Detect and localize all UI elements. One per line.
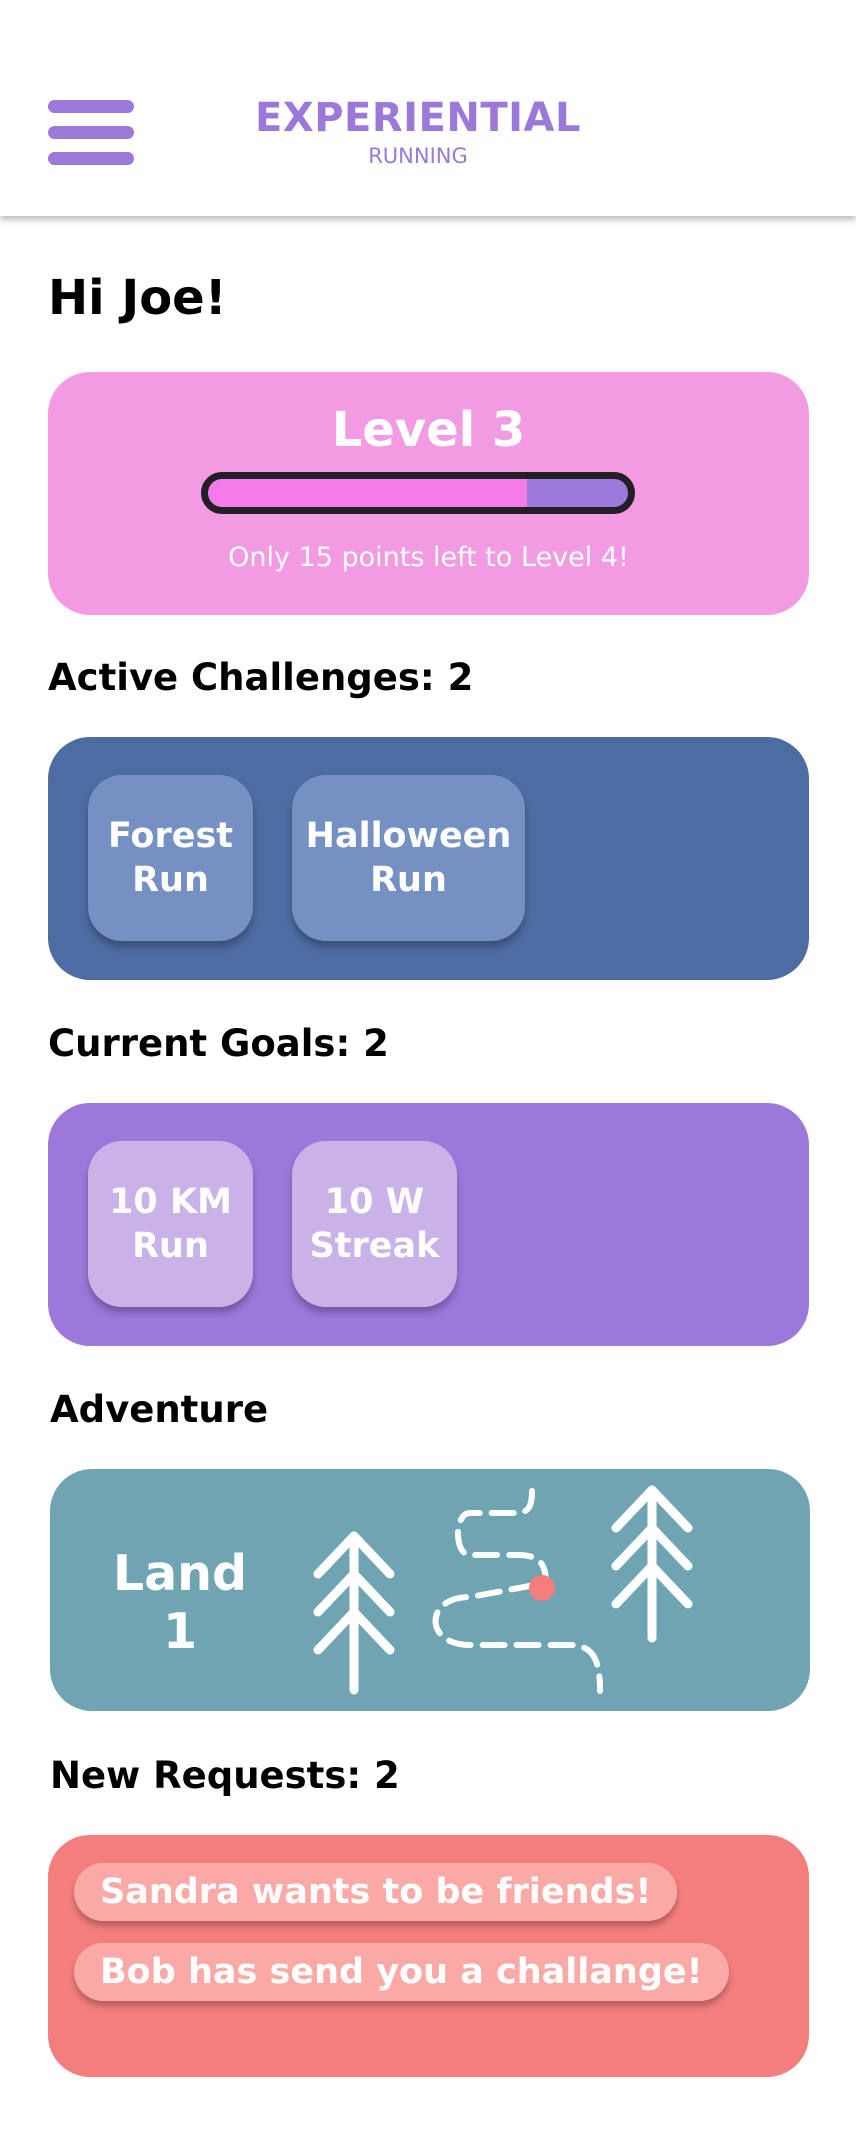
challenge-tile-halloween-run[interactable]: Halloween Run [292, 775, 525, 941]
level-title: Level 3 [331, 402, 526, 458]
tree-icon [611, 1485, 693, 1643]
menu-bar [48, 152, 134, 165]
goal-tile-label: 10 W [324, 1182, 425, 1222]
level-progress-fill [208, 479, 528, 507]
level-progress-bar [201, 472, 635, 514]
level-progress-note: Only 15 points left to Level 4! [228, 542, 629, 573]
app-header: EXPERIENTIAL RUNNING [0, 0, 856, 216]
goals-heading: Current Goals: 2 [48, 1022, 389, 1065]
adventure-illustration [313, 1485, 693, 1695]
greeting: Hi Joe! [48, 270, 227, 326]
requests-heading: New Requests: 2 [50, 1754, 400, 1797]
adventure-card[interactable]: Land 1 [50, 1469, 810, 1711]
goals-card: 10 KM Run 10 W Streak [48, 1103, 809, 1346]
goal-tile-label: Run [132, 1226, 209, 1266]
requests-card: Sandra wants to be friends! Bob has send… [48, 1835, 809, 2077]
challenges-card: Forest Run Halloween Run [48, 737, 809, 980]
adventure-heading: Adventure [50, 1388, 269, 1431]
challenge-tile-label: Forest [107, 816, 234, 856]
friend-request-item[interactable]: Sandra wants to be friends! [74, 1863, 678, 1921]
challenge-tile-label: Run [132, 860, 209, 900]
challenge-request-item[interactable]: Bob has send you a challange! [74, 1943, 729, 2001]
hamburger-menu-icon[interactable] [48, 98, 136, 170]
challenges-heading: Active Challenges: 2 [48, 656, 474, 699]
goal-tile-label: Streak [309, 1226, 440, 1266]
app-brand: EXPERIENTIAL RUNNING [200, 96, 636, 170]
challenge-tile-label: Halloween [305, 816, 512, 856]
challenge-tile-label: Run [370, 860, 447, 900]
menu-bar [48, 100, 134, 113]
trail-path-icon [432, 1488, 603, 1694]
menu-bar [48, 126, 134, 139]
location-dot-icon [529, 1575, 555, 1601]
goal-tile-10w-streak[interactable]: 10 W Streak [292, 1141, 457, 1307]
goal-tile-label: 10 KM [109, 1182, 232, 1222]
tree-icon [313, 1531, 395, 1695]
app-subtitle: RUNNING [368, 144, 468, 168]
goal-tile-10km-run[interactable]: 10 KM Run [88, 1141, 253, 1307]
app-title: EXPERIENTIAL [255, 95, 581, 141]
challenge-tile-forest-run[interactable]: Forest Run [88, 775, 253, 941]
level-card: Level 3 Only 15 points left to Level 4! [48, 372, 809, 615]
